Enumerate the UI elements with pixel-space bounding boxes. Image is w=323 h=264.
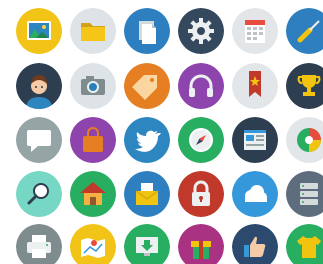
download-icon[interactable]	[124, 224, 170, 264]
calendar-icon[interactable]	[232, 8, 278, 54]
price-tag-icon-graphic	[124, 63, 170, 109]
home-icon[interactable]	[70, 171, 116, 217]
cloud-icon-graphic	[232, 171, 278, 217]
pie-chart-icon-graphic	[286, 117, 323, 163]
printer-icon[interactable]	[16, 224, 62, 264]
folder-icon[interactable]	[70, 8, 116, 54]
pie-chart-icon[interactable]	[286, 117, 323, 163]
thumbs-up-icon[interactable]	[232, 224, 278, 264]
gift-icon-graphic	[178, 224, 224, 264]
user-avatar-icon-graphic	[16, 63, 62, 109]
shopping-bag-icon[interactable]	[70, 117, 116, 163]
camera-icon[interactable]	[70, 63, 116, 109]
documents-icon-graphic	[124, 8, 170, 54]
home-icon-graphic	[70, 171, 116, 217]
calendar-icon-graphic	[232, 8, 278, 54]
gear-icon-graphic	[178, 8, 224, 54]
icon-grid	[0, 0, 323, 264]
price-tag-icon[interactable]	[124, 63, 170, 109]
search-icon-graphic	[16, 171, 62, 217]
browser-layout-icon-graphic	[232, 117, 278, 163]
camera-icon-graphic	[70, 63, 116, 109]
headphones-icon-graphic	[178, 63, 224, 109]
screwdriver-icon[interactable]	[286, 8, 323, 54]
bookmark-star-icon[interactable]	[232, 63, 278, 109]
cloud-icon[interactable]	[232, 171, 278, 217]
padlock-icon-graphic	[178, 171, 224, 217]
bookmark-star-icon-graphic	[232, 63, 278, 109]
shopping-bag-icon-graphic	[70, 117, 116, 163]
user-avatar-icon[interactable]	[16, 63, 62, 109]
printer-icon-graphic	[16, 224, 62, 264]
tshirt-icon-graphic	[286, 224, 323, 264]
documents-icon[interactable]	[124, 8, 170, 54]
picture-icon-graphic	[16, 8, 62, 54]
mail-envelope-icon-graphic	[124, 171, 170, 217]
screwdriver-icon-graphic	[286, 8, 323, 54]
browser-layout-icon[interactable]	[232, 117, 278, 163]
map-location-icon-graphic	[70, 224, 116, 264]
twitter-bird-icon[interactable]	[124, 117, 170, 163]
trophy-icon-graphic	[286, 63, 323, 109]
trophy-icon[interactable]	[286, 63, 323, 109]
compass-icon[interactable]	[178, 117, 224, 163]
map-location-icon[interactable]	[70, 224, 116, 264]
mail-envelope-icon[interactable]	[124, 171, 170, 217]
gear-icon[interactable]	[178, 8, 224, 54]
folder-icon-graphic	[70, 8, 116, 54]
download-icon-graphic	[124, 224, 170, 264]
compass-icon-graphic	[178, 117, 224, 163]
chat-bubble-icon-graphic	[16, 117, 62, 163]
headphones-icon[interactable]	[178, 63, 224, 109]
padlock-icon[interactable]	[178, 171, 224, 217]
twitter-bird-icon-graphic	[124, 117, 170, 163]
tshirt-icon[interactable]	[286, 224, 323, 264]
server-stack-icon-graphic	[286, 171, 323, 217]
search-icon[interactable]	[16, 171, 62, 217]
server-stack-icon[interactable]	[286, 171, 323, 217]
chat-bubble-icon[interactable]	[16, 117, 62, 163]
thumbs-up-icon-graphic	[232, 224, 278, 264]
gift-icon[interactable]	[178, 224, 224, 264]
picture-icon[interactable]	[16, 8, 62, 54]
